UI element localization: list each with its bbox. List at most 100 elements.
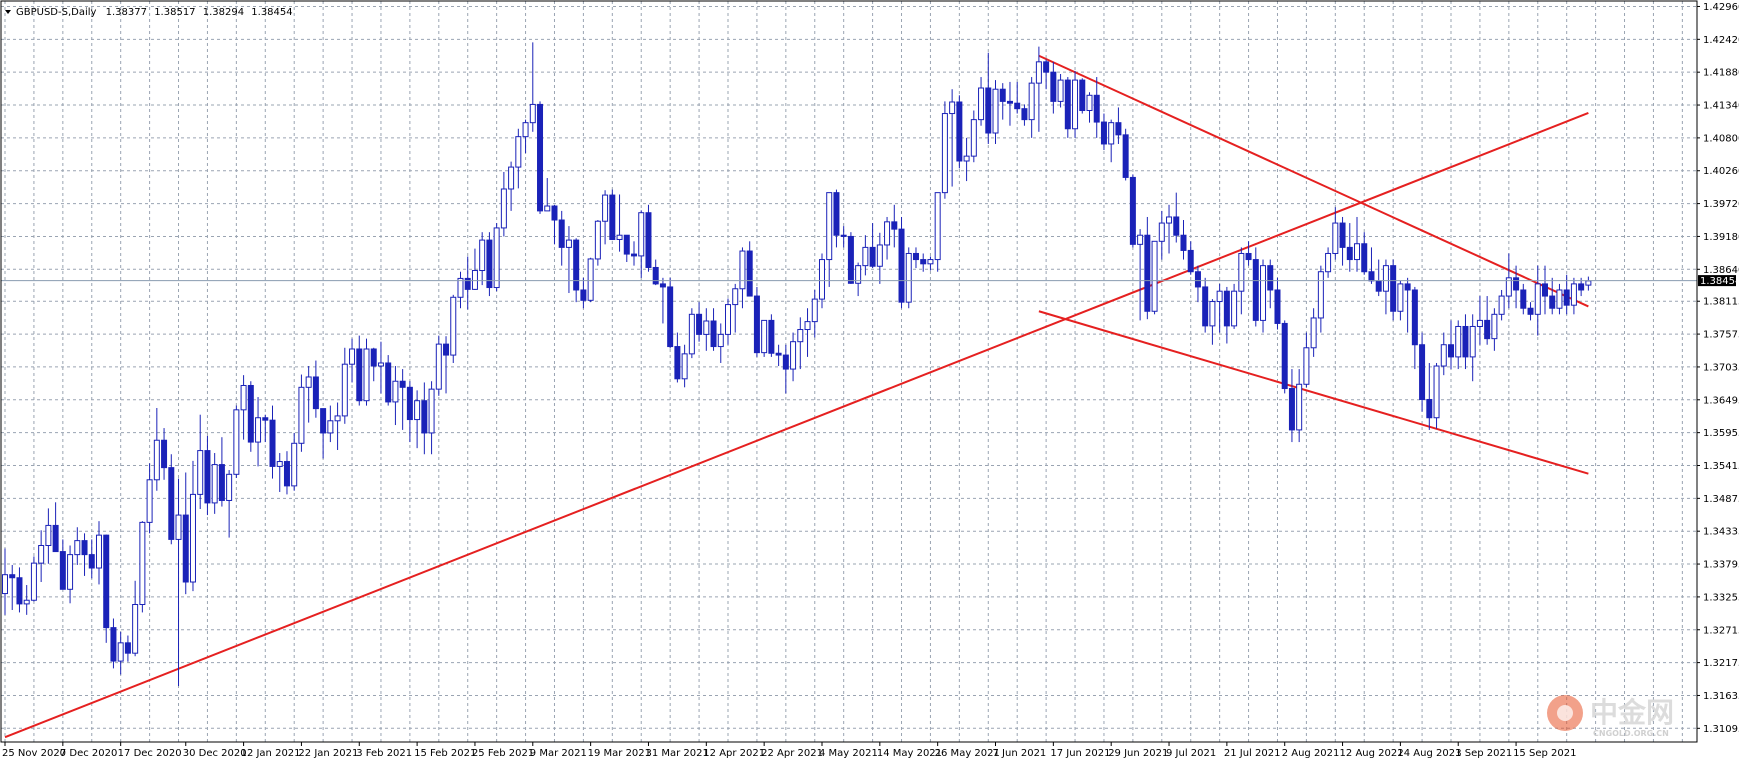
candle-body-bear <box>710 320 717 348</box>
candle-body-bear <box>1549 295 1556 309</box>
candle-body-bull <box>1491 313 1498 340</box>
candle-body-bull <box>1570 283 1577 306</box>
candle-body-bull <box>949 101 956 115</box>
ohlc-close: 1.38454 <box>251 7 292 18</box>
candle-body-bear <box>1375 280 1382 292</box>
candle-body-bear <box>9 574 16 579</box>
y-tick-label: 1.37035 <box>1703 362 1739 373</box>
candle-body-bull <box>2 574 8 595</box>
y-tick-label: 1.32715 <box>1703 625 1739 636</box>
candle <box>1057 74 1064 108</box>
candle-body-bull <box>1166 216 1173 224</box>
candle <box>1072 70 1079 138</box>
candle-body-bear <box>746 250 753 297</box>
candle <box>1541 265 1548 315</box>
candle <box>833 189 840 248</box>
candle <box>970 110 977 163</box>
candle-body-bull <box>963 155 970 162</box>
candle-body-bull <box>38 544 45 564</box>
candle-body-bull <box>255 417 262 443</box>
candle-body-bear <box>1404 283 1411 291</box>
candle <box>927 256 934 271</box>
candle-body-bear <box>1093 94 1100 123</box>
current-price-label: 1.38454 <box>1700 276 1739 287</box>
candle-body-bear <box>1281 322 1288 390</box>
candle <box>204 435 211 516</box>
candle-body-bear <box>1527 307 1534 315</box>
candle <box>1498 289 1505 321</box>
candle <box>356 335 363 406</box>
candle-body-bear <box>1411 289 1418 346</box>
candle <box>1317 265 1324 333</box>
candle <box>1180 220 1187 260</box>
time-axis[interactable]: 25 Nov 20207 Dec 2020 17 Dec 2020 30 Dec 2… <box>2 742 1576 759</box>
candle <box>811 289 818 338</box>
candle <box>1194 265 1201 303</box>
price-chart[interactable]: 中金网 CNGOLD.ORG.CN 1.429601.424201.418801… <box>0 0 1739 763</box>
candle <box>1050 61 1057 114</box>
candle-body-bear <box>1419 344 1426 400</box>
candle <box>428 381 435 455</box>
candle-body-bear <box>1187 249 1194 273</box>
candle-body-bear <box>1520 289 1527 309</box>
x-tick-label: 29 Jun 2021 <box>1108 748 1168 759</box>
candle <box>182 472 189 595</box>
x-tick-label: 25 Feb 2021 <box>472 748 534 759</box>
candle <box>385 355 392 406</box>
candle <box>978 77 985 126</box>
x-tick-label: 21 Jul 2021 <box>1224 748 1281 759</box>
y-tick-label: 1.34335 <box>1703 527 1739 538</box>
candle-body-bull <box>479 239 486 272</box>
candle-body-bear <box>1448 344 1454 358</box>
x-tick-label: 15 Feb 2021 <box>414 748 476 759</box>
candle-body-bear <box>631 253 638 257</box>
candle-body-bear <box>1541 283 1548 297</box>
candle-body-bull <box>363 348 370 402</box>
candle-body-bull <box>884 221 891 246</box>
candle-body-bull <box>1498 295 1505 315</box>
candle <box>117 631 124 675</box>
candle <box>652 259 659 286</box>
trendline[interactable] <box>4 112 1589 739</box>
candle <box>262 414 269 443</box>
candle <box>1252 247 1259 327</box>
price-axis[interactable]: 1.42960 1.42420 1.41880 1.41340 1.40800 1.402… <box>1697 2 1739 735</box>
candle <box>855 262 862 297</box>
symbol-dropdown-icon[interactable] <box>5 10 11 14</box>
candle-body-bear <box>652 266 659 285</box>
candle-body-bull <box>811 298 818 323</box>
x-tick-label: 12 Jan 2021 <box>241 748 301 759</box>
candle <box>717 323 724 363</box>
watermark-brand: 中金网 <box>1590 696 1674 729</box>
candle <box>1411 286 1418 370</box>
candle <box>1433 362 1440 429</box>
candle <box>768 314 775 357</box>
candle-body-bear <box>88 554 95 569</box>
candle-body-bear <box>1563 289 1570 306</box>
candle <box>1455 320 1462 370</box>
candle-body-bull <box>1057 79 1064 102</box>
candle <box>1440 332 1447 376</box>
candle <box>349 338 356 383</box>
candle <box>327 405 334 443</box>
candle-body-bear <box>1194 271 1201 288</box>
candle-body-bull <box>95 534 102 569</box>
candle-body-bear <box>385 362 392 403</box>
candle-body-bear <box>1043 61 1050 73</box>
cngold-logo-inner-icon <box>1557 705 1573 721</box>
candle-body-bull <box>211 464 218 504</box>
y-tick-label: 1.38115 <box>1703 297 1739 308</box>
candle-body-bull <box>428 388 435 434</box>
trendline[interactable] <box>1038 54 1589 308</box>
candle-body-bull <box>1325 252 1332 273</box>
candle <box>1064 77 1071 138</box>
candle <box>537 101 544 214</box>
candle <box>1556 283 1563 315</box>
y-tick-label: 1.38640 <box>1703 265 1739 276</box>
candle <box>240 375 247 440</box>
x-tick-label: 7 Jun 2021 <box>993 748 1047 759</box>
candle <box>1166 204 1173 254</box>
candle-body-bull <box>992 88 999 134</box>
candle <box>876 232 883 284</box>
x-tick-label: 14 May 2021 <box>877 748 942 759</box>
